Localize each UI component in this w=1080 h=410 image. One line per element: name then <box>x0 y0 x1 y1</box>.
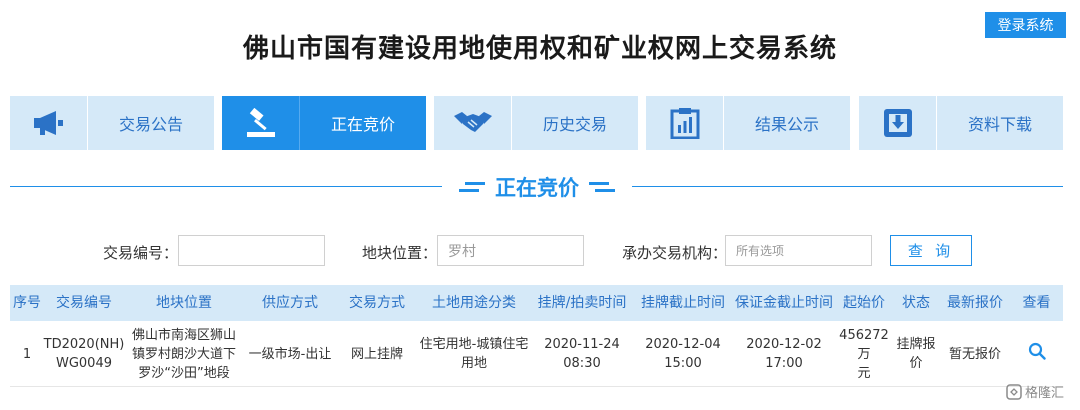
double-bar-icon <box>589 182 615 192</box>
listing-time-cell: 2020-11-24 08:30 <box>544 337 620 371</box>
location-label: 地块位置： <box>362 244 438 262</box>
watermark-text: 格隆汇 <box>1025 386 1065 401</box>
table-row: 1 TD2020(NH) WG0049 佛山市南海区狮山 镇罗村朗沙大道下 罗沙… <box>10 321 1063 387</box>
agency-select[interactable]: 所有选项 <box>725 235 872 266</box>
section-title: 正在竞价 <box>495 176 579 200</box>
download-icon <box>859 96 937 150</box>
column-header: 交易方式 <box>349 295 405 311</box>
nav-item-label: 正在竞价 <box>330 115 395 134</box>
nav-item-downloads[interactable]: 资料下载 <box>859 96 1063 150</box>
trade-no-input[interactable] <box>178 235 325 266</box>
status-cell: 挂牌报价 <box>896 337 936 371</box>
column-header: 挂牌截止时间 <box>641 295 725 311</box>
table-header: 序号 交易编号 地块位置 供应方式 交易方式 土地用途分类 挂牌/拍卖时间 挂牌… <box>10 285 1063 321</box>
column-header: 查看 <box>1022 295 1051 311</box>
trade-no-label: 交易编号： <box>103 244 179 262</box>
page-title: 佛山市国有建设用地使用权和矿业权网上交易系统 <box>242 34 837 64</box>
column-header: 起始价 <box>843 295 885 311</box>
view-cell <box>1010 321 1063 387</box>
main-nav: 交易公告 正在竞价 历史交易 结果公示 资料下载 <box>10 96 1063 150</box>
search-icon[interactable] <box>1028 342 1046 366</box>
nav-item-results[interactable]: 结果公示 <box>646 96 850 150</box>
column-header: 序号 <box>13 295 41 311</box>
megaphone-icon <box>10 96 88 150</box>
land-use-cell: 住宅用地-城镇住宅 用地 <box>419 337 529 371</box>
trade-no-cell: TD2020(NH) WG0049 <box>43 337 125 371</box>
handshake-icon <box>434 96 512 150</box>
deposit-deadline-cell: 2020-12-02 17:00 <box>746 337 822 371</box>
column-header: 土地用途分类 <box>432 295 516 311</box>
column-header: 地块位置 <box>156 295 212 311</box>
section-header: 正在竞价 <box>442 170 632 204</box>
column-header: 最新报价 <box>947 295 1003 311</box>
nav-item-announcements[interactable]: 交易公告 <box>10 96 214 150</box>
nav-item-bidding[interactable]: 正在竞价 <box>222 96 426 150</box>
nav-item-label: 交易公告 <box>118 115 183 134</box>
agency-label: 承办交易机构： <box>622 244 728 262</box>
search-filters: 交易编号： 地块位置： 罗村 承办交易机构： 所有选项 查 询 <box>0 235 1080 267</box>
row-index: 1 <box>22 346 32 362</box>
location-input[interactable]: 罗村 <box>437 235 584 266</box>
watermark-logo-icon <box>1006 383 1022 400</box>
nav-item-label: 结果公示 <box>754 115 819 134</box>
trade-method-cell: 网上挂牌 <box>350 346 403 362</box>
gavel-icon <box>222 96 300 150</box>
nav-item-label: 历史交易 <box>542 115 607 134</box>
nav-item-label: 资料下载 <box>967 115 1032 134</box>
column-header: 保证金截止时间 <box>735 295 833 311</box>
column-header: 交易编号 <box>56 295 112 311</box>
nav-item-history[interactable]: 历史交易 <box>434 96 638 150</box>
deadline-cell: 2020-12-04 15:00 <box>645 337 721 371</box>
start-price-cell: 456272万 元 <box>839 327 889 381</box>
search-button[interactable]: 查 询 <box>890 235 972 266</box>
watermark: 格隆汇 <box>1006 382 1064 401</box>
clipboard-chart-icon <box>646 96 724 150</box>
column-header: 供应方式 <box>262 295 318 311</box>
column-header: 挂牌/拍卖时间 <box>537 295 627 311</box>
location-cell: 佛山市南海区狮山 镇罗村朗沙大道下 罗沙“沙田”地段 <box>131 327 236 381</box>
double-bar-icon <box>459 182 485 192</box>
auction-table: 序号 交易编号 地块位置 供应方式 交易方式 土地用途分类 挂牌/拍卖时间 挂牌… <box>10 285 1063 387</box>
latest-quote-cell: 暂无报价 <box>948 346 1001 362</box>
supply-cell: 一级市场-出让 <box>248 346 332 362</box>
column-header: 状态 <box>902 295 930 311</box>
